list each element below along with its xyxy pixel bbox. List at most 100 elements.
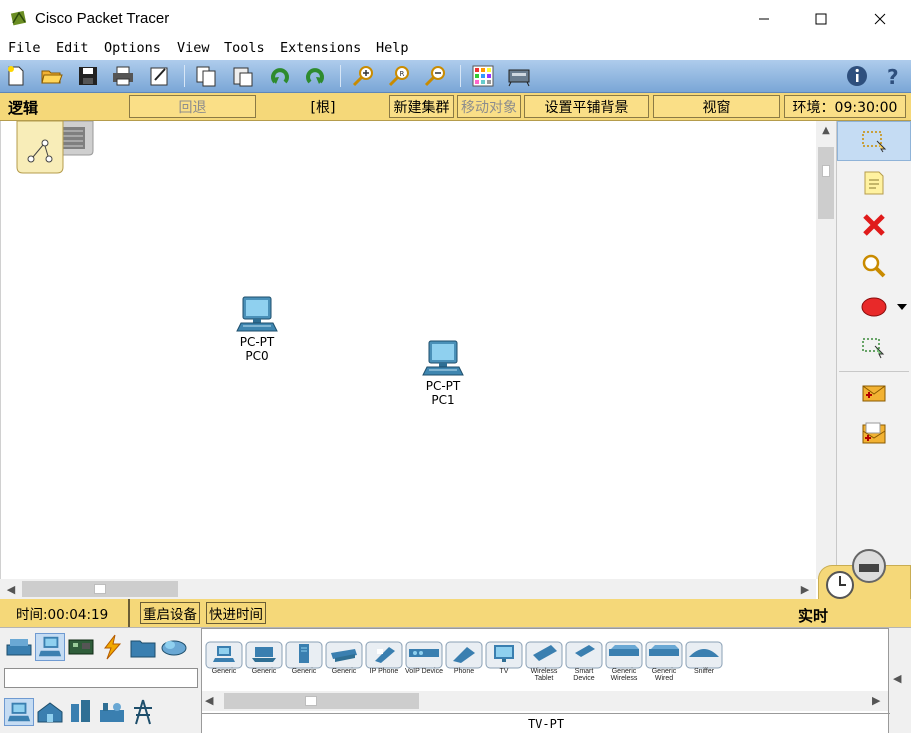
main-toolbar: R ?: [0, 60, 911, 93]
resize-icon: [862, 338, 885, 359]
new-file-icon[interactable]: [4, 64, 28, 88]
multiuser-connection-category-icon[interactable]: [159, 633, 189, 661]
generic-server-device[interactable]: Generic: [285, 641, 323, 677]
tv-device[interactable]: TV: [485, 641, 523, 677]
menu-tools[interactable]: Tools: [224, 40, 265, 56]
add-complex-pdu-tool[interactable]: [837, 414, 911, 454]
menu-edit[interactable]: Edit: [56, 40, 89, 56]
help-icon[interactable]: ?: [881, 64, 905, 88]
generic-laptop-device[interactable]: Generic: [245, 641, 283, 677]
close-button[interactable]: [857, 0, 903, 38]
menu-bar: File Edit Options View Tools Extensions …: [0, 38, 911, 60]
select-tool[interactable]: [837, 121, 911, 161]
custom-device-icon[interactable]: [507, 64, 531, 88]
redo-icon[interactable]: [303, 64, 327, 88]
generic-wired-device[interactable]: Generic Wired: [645, 641, 683, 682]
network-devices-category-icon[interactable]: [4, 633, 34, 661]
scroll-left-icon[interactable]: ◀: [205, 694, 213, 707]
add-simple-pdu-tool[interactable]: [837, 373, 911, 413]
sniffer-device[interactable]: Sniffer: [685, 641, 723, 677]
device-name-label[interactable]: PC1: [413, 393, 473, 407]
device-search-input[interactable]: [4, 668, 198, 688]
info-icon[interactable]: [845, 64, 869, 88]
smart-device[interactable]: Smart Device: [565, 641, 603, 682]
viewport-button[interactable]: 视窗: [653, 95, 780, 118]
select-icon: [862, 131, 887, 153]
pc0-device[interactable]: PC-PT PC0: [227, 295, 287, 363]
minimize-button[interactable]: [741, 0, 787, 38]
set-tiled-background-button[interactable]: 设置平铺背景: [524, 95, 649, 118]
menu-options[interactable]: Options: [104, 40, 161, 56]
voip-device[interactable]: VoIP Device: [405, 641, 443, 677]
new-cluster-button[interactable]: 新建集群: [389, 95, 454, 118]
paste-icon[interactable]: [231, 64, 255, 88]
smart-device-icon: [565, 641, 603, 669]
back-button[interactable]: 回退: [129, 95, 256, 118]
menu-help[interactable]: Help: [376, 40, 409, 56]
menu-view[interactable]: View: [177, 40, 210, 56]
end-devices-category-icon[interactable]: [35, 633, 65, 661]
palette-icon[interactable]: [471, 64, 495, 88]
save-icon[interactable]: [76, 64, 100, 88]
pc1-device[interactable]: PC-PT PC1: [413, 339, 473, 407]
logical-workspace-canvas[interactable]: PC-PT PC0 PC-PT PC1: [0, 121, 816, 579]
pc-subcategory-icon[interactable]: [4, 698, 34, 726]
generic-pc-device[interactable]: Generic: [205, 641, 243, 677]
tool-separator: [839, 371, 909, 372]
zoom-out-icon[interactable]: [423, 64, 447, 88]
connections-category-icon[interactable]: [97, 633, 127, 661]
inspect-tool[interactable]: [837, 246, 911, 286]
zoom-in-icon[interactable]: [351, 64, 375, 88]
wireless-tablet-device[interactable]: Wireless Tablet: [525, 641, 563, 682]
print-icon[interactable]: [111, 64, 135, 88]
scroll-right-icon[interactable]: ▶: [872, 694, 880, 707]
maximize-button[interactable]: [798, 0, 844, 38]
home-subcategory-icon[interactable]: [35, 698, 65, 726]
simulation-mode-icon[interactable]: [849, 546, 889, 586]
zoom-reset-icon[interactable]: R: [387, 64, 411, 88]
activity-wizard-icon[interactable]: [147, 64, 171, 88]
root-breadcrumb[interactable]: [根]: [260, 95, 386, 118]
magnifier-icon: [862, 254, 886, 278]
delete-tool[interactable]: [837, 205, 911, 245]
copy-icon[interactable]: [194, 64, 218, 88]
scroll-left-icon[interactable]: ◀: [2, 579, 20, 599]
resize-shape-tool[interactable]: [837, 328, 911, 368]
move-object-button[interactable]: 移动对象: [457, 95, 521, 118]
device-name-label[interactable]: PC0: [227, 349, 287, 363]
open-folder-icon[interactable]: [40, 64, 64, 88]
scrollbar-thumb[interactable]: [224, 693, 419, 709]
phone-device[interactable]: Phone: [445, 641, 483, 677]
smart-city-subcategory-icon[interactable]: [66, 698, 96, 726]
generic-printer-device[interactable]: Generic: [325, 641, 363, 677]
industrial-subcategory-icon[interactable]: [97, 698, 127, 726]
fast-forward-time-button[interactable]: 快进时间: [206, 602, 266, 624]
dropdown-arrow-icon[interactable]: [897, 303, 907, 311]
canvas-horizontal-scrollbar[interactable]: ◀ ▶: [0, 579, 816, 599]
power-grid-subcategory-icon[interactable]: [128, 698, 158, 726]
generic-pc-icon: [205, 641, 243, 669]
device-list-scrollbar[interactable]: ◀ ▶: [202, 691, 888, 711]
power-cycle-devices-button[interactable]: 重启设备: [140, 602, 200, 624]
components-category-icon[interactable]: [66, 633, 96, 661]
note-tool[interactable]: [837, 163, 911, 203]
scroll-right-icon[interactable]: ▶: [796, 579, 814, 599]
menu-file[interactable]: File: [8, 40, 41, 56]
miscellaneous-category-icon[interactable]: [128, 633, 158, 661]
panel-collapse-icon[interactable]: ◀: [893, 672, 901, 685]
undo-icon[interactable]: [268, 64, 292, 88]
logical-physical-toggle[interactable]: [15, 121, 95, 175]
complex-pdu-envelope-icon: [862, 422, 886, 444]
simple-pdu-envelope-icon: [862, 385, 886, 402]
environment-time-button[interactable]: 环境：09:30:00: [784, 95, 906, 118]
device-model-label: TV: [499, 668, 509, 675]
scrollbar-thumb[interactable]: [818, 147, 834, 219]
scroll-up-icon[interactable]: ▲: [816, 121, 836, 139]
generic-wireless-device[interactable]: Generic Wireless: [605, 641, 643, 682]
menu-extensions[interactable]: Extensions: [280, 40, 361, 56]
scrollbar-thumb-grip: [94, 584, 106, 594]
ip-phone-device[interactable]: IP Phone: [365, 641, 403, 677]
draw-shape-tool[interactable]: [837, 287, 911, 327]
canvas-vertical-scrollbar[interactable]: ▲: [816, 121, 836, 579]
device-model-label: Phone: [453, 668, 475, 675]
